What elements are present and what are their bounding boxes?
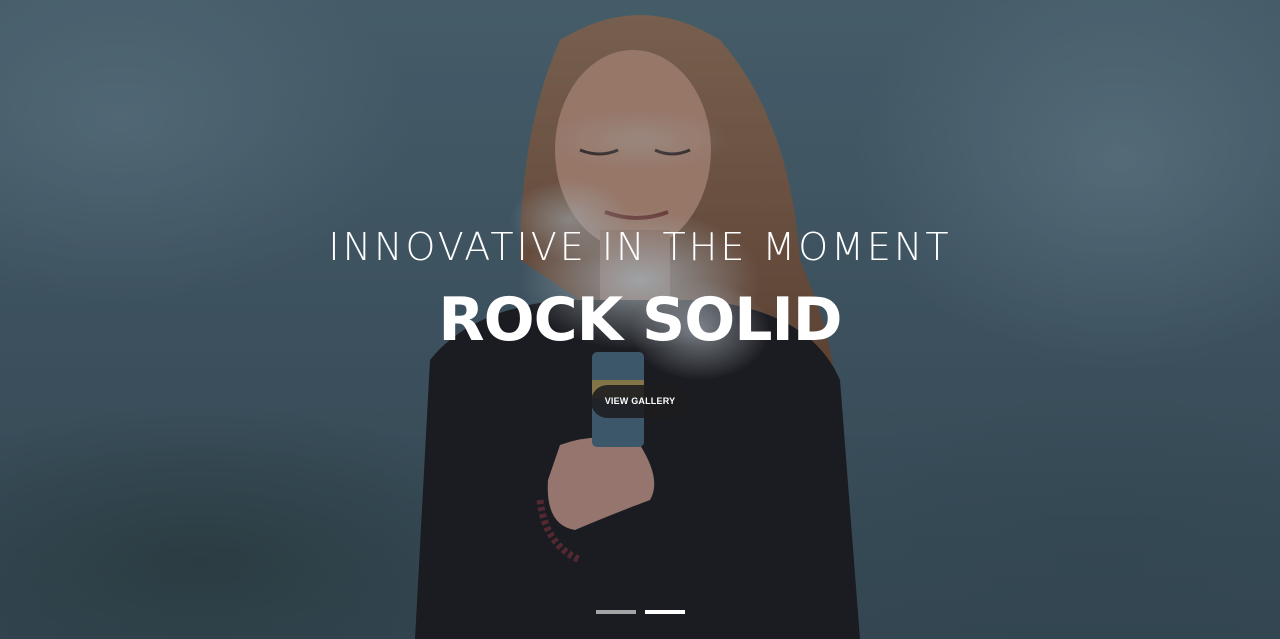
- hero-title: ROCK SOLID: [438, 285, 842, 355]
- slide-indicator-1[interactable]: [596, 610, 636, 614]
- view-gallery-button[interactable]: VIEW GALLERY: [591, 385, 689, 418]
- slide-indicator-2-active[interactable]: [645, 610, 685, 614]
- hero-slider: INNOVATIVE IN THE MOMENT ROCK SOLID VIEW…: [0, 0, 1280, 639]
- hero-subtitle: INNOVATIVE IN THE MOMENT: [328, 225, 952, 269]
- slider-indicators: [596, 610, 686, 616]
